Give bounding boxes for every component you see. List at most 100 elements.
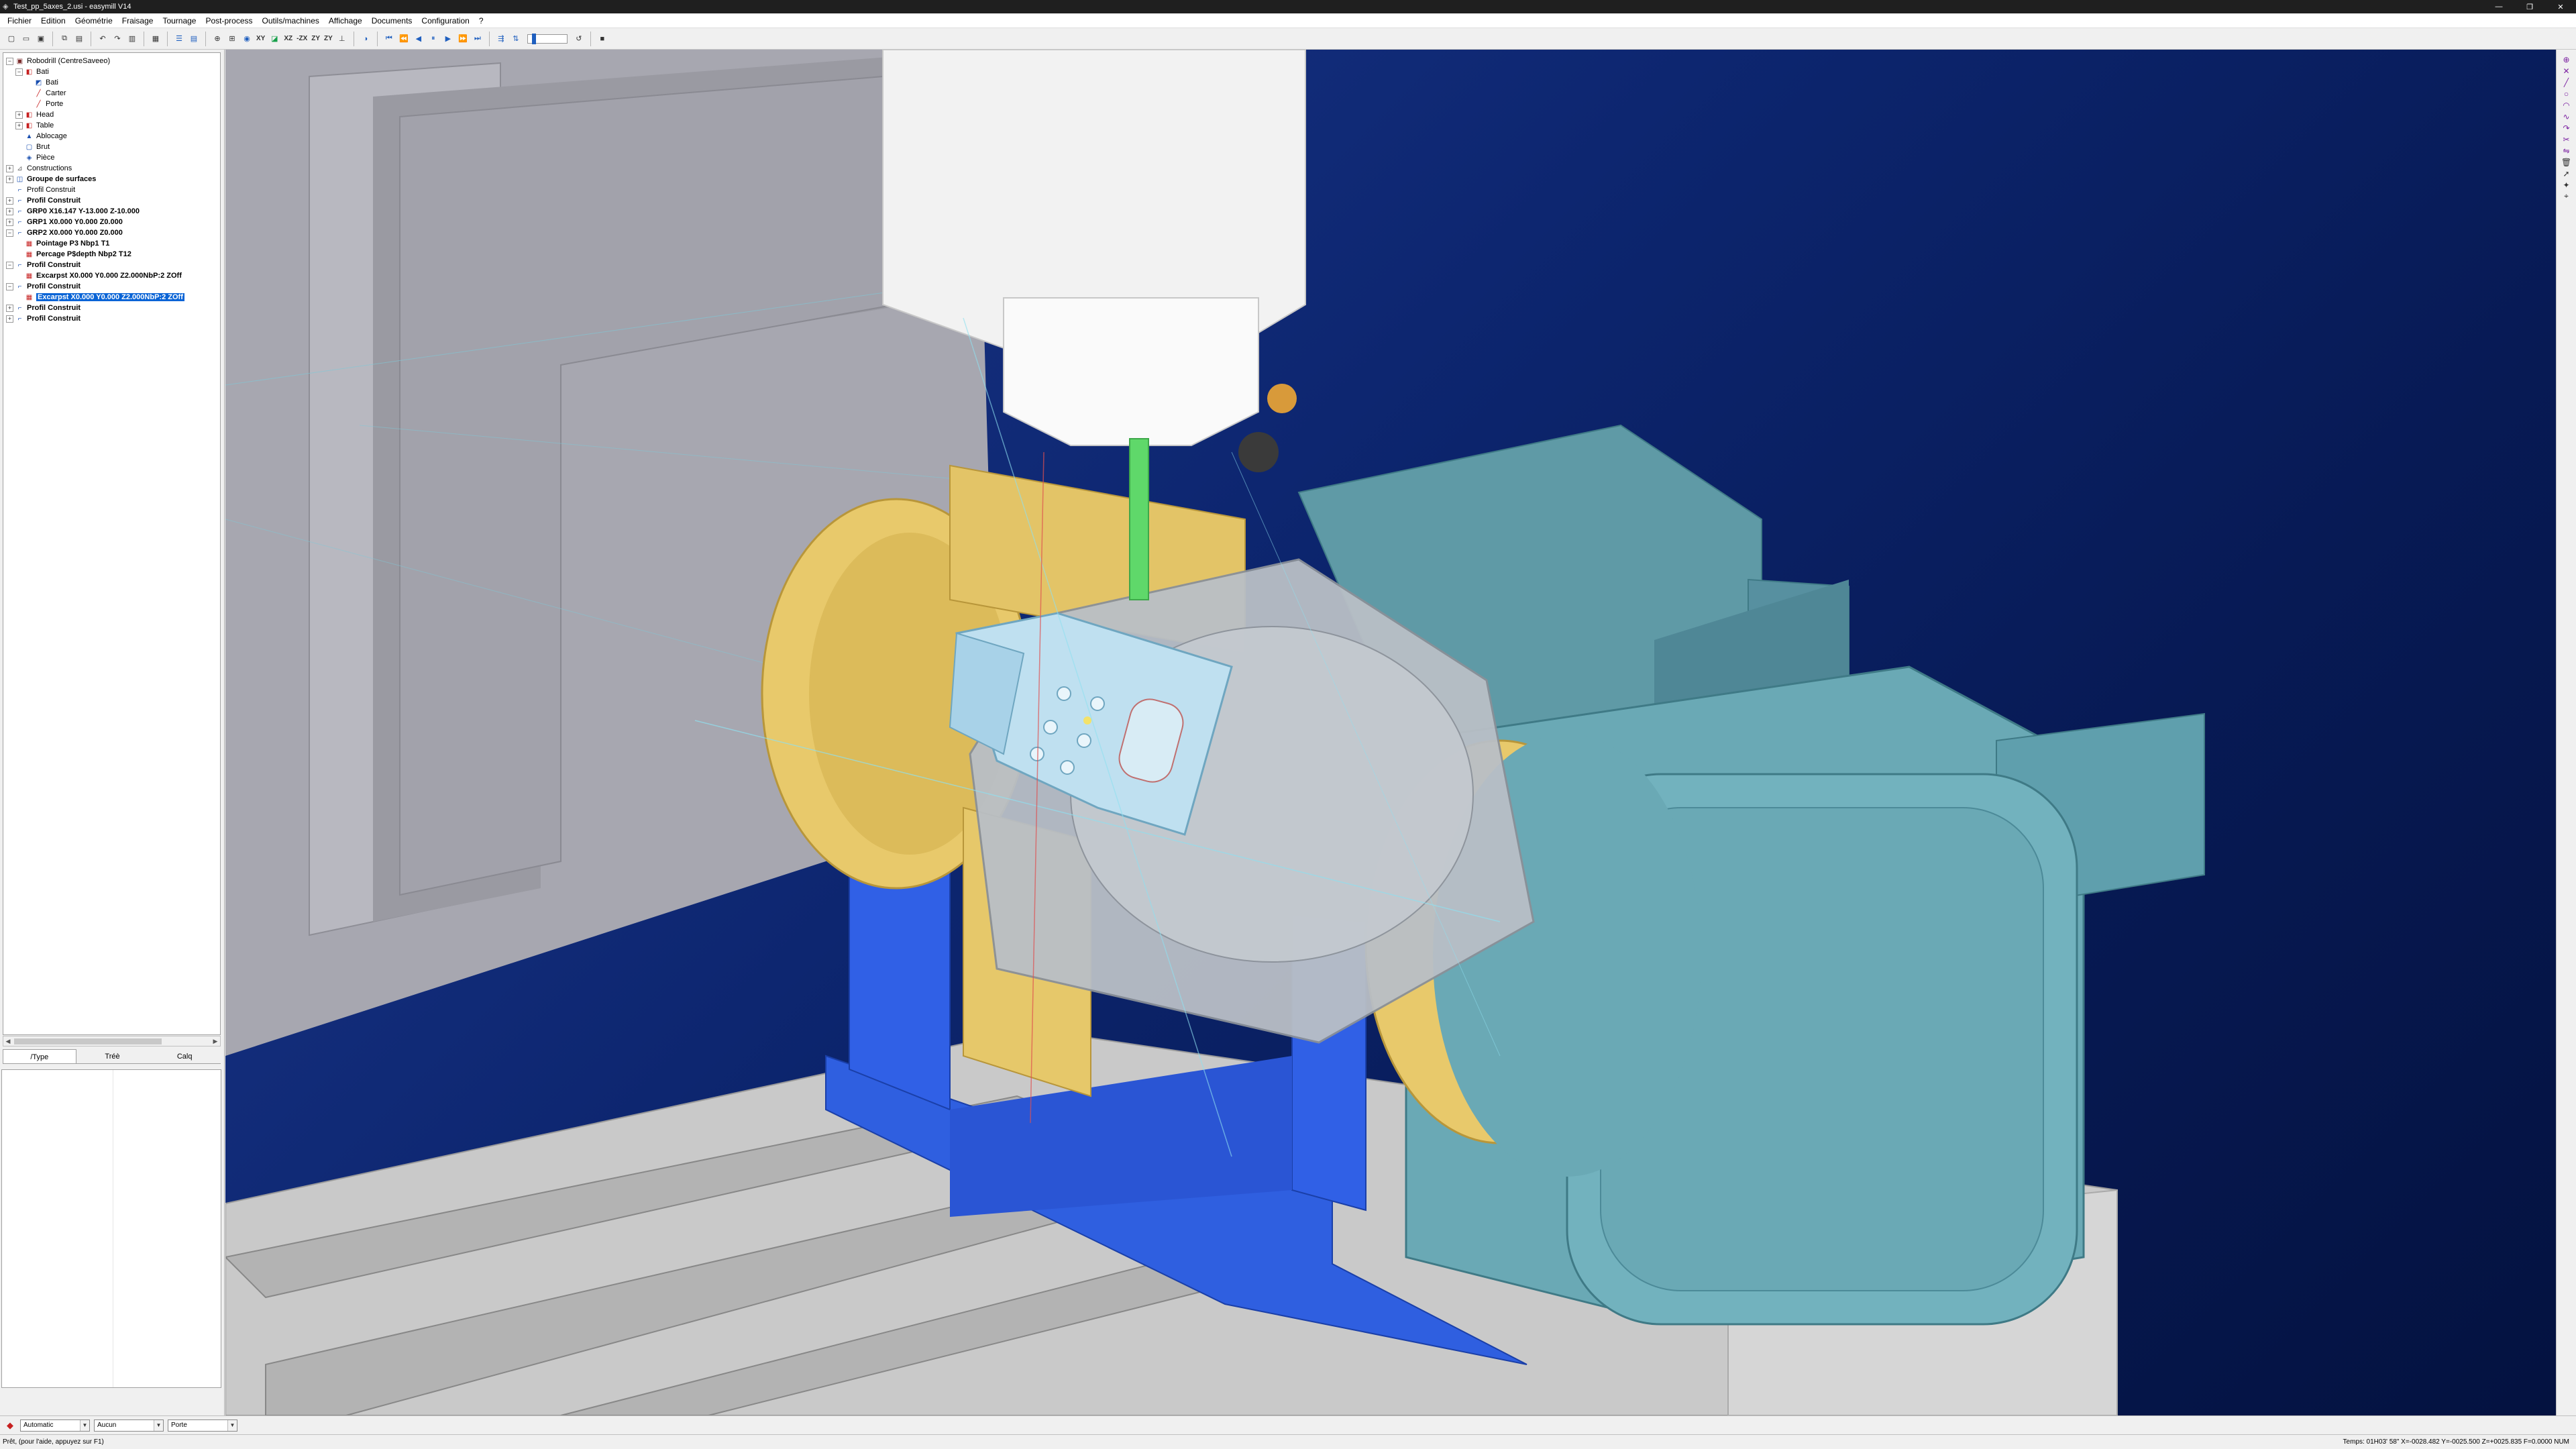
- sim-play-icon[interactable]: ▶: [441, 32, 455, 46]
- expand-icon[interactable]: +: [6, 218, 13, 226]
- tree-item[interactable]: ▲ Ablocage: [3, 131, 220, 142]
- open-folder-icon[interactable]: ▭: [19, 32, 33, 46]
- construct-arc-icon[interactable]: ◠: [2560, 99, 2573, 111]
- construct-fillet-icon[interactable]: ↷: [2560, 122, 2573, 133]
- view-zx-button[interactable]: -ZX: [295, 32, 309, 46]
- construct-circle-icon[interactable]: ○: [2560, 88, 2573, 99]
- mode-select[interactable]: Automatic ▼: [20, 1419, 90, 1432]
- minimize-button[interactable]: —: [2483, 0, 2514, 13]
- menu-documents[interactable]: Documents: [367, 16, 417, 25]
- sim-first-icon[interactable]: ⏮: [382, 32, 396, 46]
- menu-tournage[interactable]: Tournage: [158, 16, 201, 25]
- menu-post-process[interactable]: Post-process: [201, 16, 257, 25]
- sim-reset-icon[interactable]: ↺: [572, 32, 586, 46]
- tree-item[interactable]: + ⊿ Constructions: [3, 163, 220, 174]
- stop-icon[interactable]: ■: [596, 32, 609, 46]
- menu-affichage[interactable]: Affichage: [324, 16, 367, 25]
- zoom-window-icon[interactable]: ⊞: [225, 32, 239, 46]
- sim-last-icon[interactable]: ⏭: [471, 32, 484, 46]
- tree-item[interactable]: − ⌐ Profil Construit: [3, 260, 220, 270]
- menu-fichier[interactable]: Fichier: [3, 16, 36, 25]
- zoom-in-icon[interactable]: ⊕: [211, 32, 224, 46]
- construct-mirror-icon[interactable]: ⇋: [2560, 145, 2573, 156]
- sim-pause-icon[interactable]: ⏸: [427, 32, 440, 46]
- tree-item[interactable]: − ▣ Robodrill (CentreSaveeo): [3, 56, 220, 66]
- sim-step-back-icon[interactable]: ◀: [412, 32, 425, 46]
- pointer-icon[interactable]: ➚: [2560, 168, 2573, 179]
- tree-item[interactable]: + ⌐ Profil Construit: [3, 313, 220, 324]
- construct-line-icon[interactable]: ╱: [2560, 76, 2573, 88]
- save-icon[interactable]: ▣: [34, 32, 48, 46]
- menu-outils-machines[interactable]: Outils/machines: [258, 16, 324, 25]
- scroll-right-icon[interactable]: ▶: [211, 1036, 220, 1046]
- collapse-icon[interactable]: −: [6, 282, 13, 290]
- sim-options-icon[interactable]: ⇶: [494, 32, 508, 46]
- scroll-left-icon[interactable]: ◀: [3, 1036, 13, 1046]
- chevron-down-icon[interactable]: ▼: [227, 1419, 237, 1431]
- view-iso-icon[interactable]: ◪: [268, 32, 281, 46]
- construct-cross-icon[interactable]: ✕: [2560, 65, 2573, 76]
- tree-item[interactable]: ╱ Porte: [3, 99, 220, 109]
- expand-icon[interactable]: +: [6, 197, 13, 205]
- undo-icon[interactable]: ↶: [96, 32, 109, 46]
- chevron-down-icon[interactable]: ▼: [154, 1419, 163, 1431]
- menu-fraisage[interactable]: Fraisage: [117, 16, 158, 25]
- collapse-icon[interactable]: −: [15, 68, 23, 76]
- 3d-viewport[interactable]: [225, 50, 2556, 1415]
- expand-icon[interactable]: +: [15, 111, 23, 119]
- menu-edition[interactable]: Edition: [36, 16, 70, 25]
- tree-item[interactable]: ⌐ Profil Construit: [3, 184, 220, 195]
- trash-icon[interactable]: 🗑: [2560, 156, 2573, 168]
- axis-icon[interactable]: ⊥: [335, 32, 349, 46]
- tree-item[interactable]: + ⌐ GRP0 X16.147 Y-13.000 Z-10.000: [3, 206, 220, 217]
- close-button[interactable]: ✕: [2545, 0, 2576, 13]
- tab-tree[interactable]: Tréè: [76, 1049, 149, 1063]
- post-select[interactable]: Porte ▼: [168, 1419, 237, 1432]
- tree-horizontal-scrollbar[interactable]: ◀ ▶: [3, 1036, 221, 1046]
- tree-item[interactable]: ╱ Carter: [3, 88, 220, 99]
- collapse-icon[interactable]: −: [6, 229, 13, 237]
- paste-icon[interactable]: ▤: [72, 32, 86, 46]
- light-icon[interactable]: ✦: [2560, 179, 2573, 191]
- construct-trim-icon[interactable]: ✂: [2560, 133, 2573, 145]
- view-xy-button[interactable]: XY: [255, 32, 266, 46]
- tab-type[interactable]: /Type: [3, 1049, 76, 1063]
- tree-item[interactable]: ◈ Pièce: [3, 152, 220, 163]
- tree-item[interactable]: + ⌐ Profil Construit: [3, 303, 220, 313]
- construct-point-icon[interactable]: ⊕: [2560, 54, 2573, 65]
- view-zy-button[interactable]: ZY: [310, 32, 321, 46]
- expand-icon[interactable]: +: [6, 315, 13, 323]
- measure-icon[interactable]: ⌖: [2560, 191, 2573, 202]
- restore-button[interactable]: ❐: [2514, 0, 2545, 13]
- tree-item[interactable]: ▦ Excarpst X0.000 Y0.000 Z2.000NbP:2 ZOff: [3, 270, 220, 281]
- menu-help[interactable]: ?: [474, 16, 488, 25]
- sim-tool-icon[interactable]: ⇅: [509, 32, 523, 46]
- construct-curve-icon[interactable]: ∿: [2560, 111, 2573, 122]
- expand-icon[interactable]: +: [6, 164, 13, 172]
- tree-item[interactable]: + ⌐ GRP1 X0.000 Y0.000 Z0.000: [3, 217, 220, 227]
- tree-item[interactable]: + ⌐ Profil Construit: [3, 195, 220, 206]
- filter-select[interactable]: Aucun ▼: [94, 1419, 164, 1432]
- tree-item[interactable]: + ◧ Head: [3, 109, 220, 120]
- delete-icon[interactable]: ▥: [125, 32, 139, 46]
- copy-icon[interactable]: ⧉: [58, 32, 71, 46]
- tab-layers[interactable]: Calq: [148, 1049, 221, 1063]
- print-icon[interactable]: ▦: [149, 32, 162, 46]
- menu-configuration[interactable]: Configuration: [417, 16, 474, 25]
- expand-icon[interactable]: +: [6, 207, 13, 215]
- tree-item[interactable]: ▦ Percage P$depth Nbp2 T12: [3, 249, 220, 260]
- zoom-all-icon[interactable]: ◉: [240, 32, 254, 46]
- expand-icon[interactable]: +: [6, 304, 13, 312]
- sim-prev-icon[interactable]: ⏪: [397, 32, 411, 46]
- tree-item[interactable]: + ◫ Groupe de surfaces: [3, 174, 220, 184]
- collapse-icon[interactable]: −: [6, 57, 13, 65]
- tree-item[interactable]: ◩ Bati: [3, 77, 220, 88]
- tree-item[interactable]: ▦ Pointage P3 Nbp1 T1: [3, 238, 220, 249]
- view-xz-button[interactable]: XZ: [282, 32, 294, 46]
- list-icon[interactable]: ▤: [187, 32, 201, 46]
- new-file-icon[interactable]: ▢: [5, 32, 18, 46]
- machine-mode-icon[interactable]: ◆: [4, 1419, 16, 1432]
- tree-item[interactable]: − ⌐ Profil Construit: [3, 281, 220, 292]
- expand-icon[interactable]: +: [15, 121, 23, 129]
- sim-next-icon[interactable]: ⏩: [456, 32, 470, 46]
